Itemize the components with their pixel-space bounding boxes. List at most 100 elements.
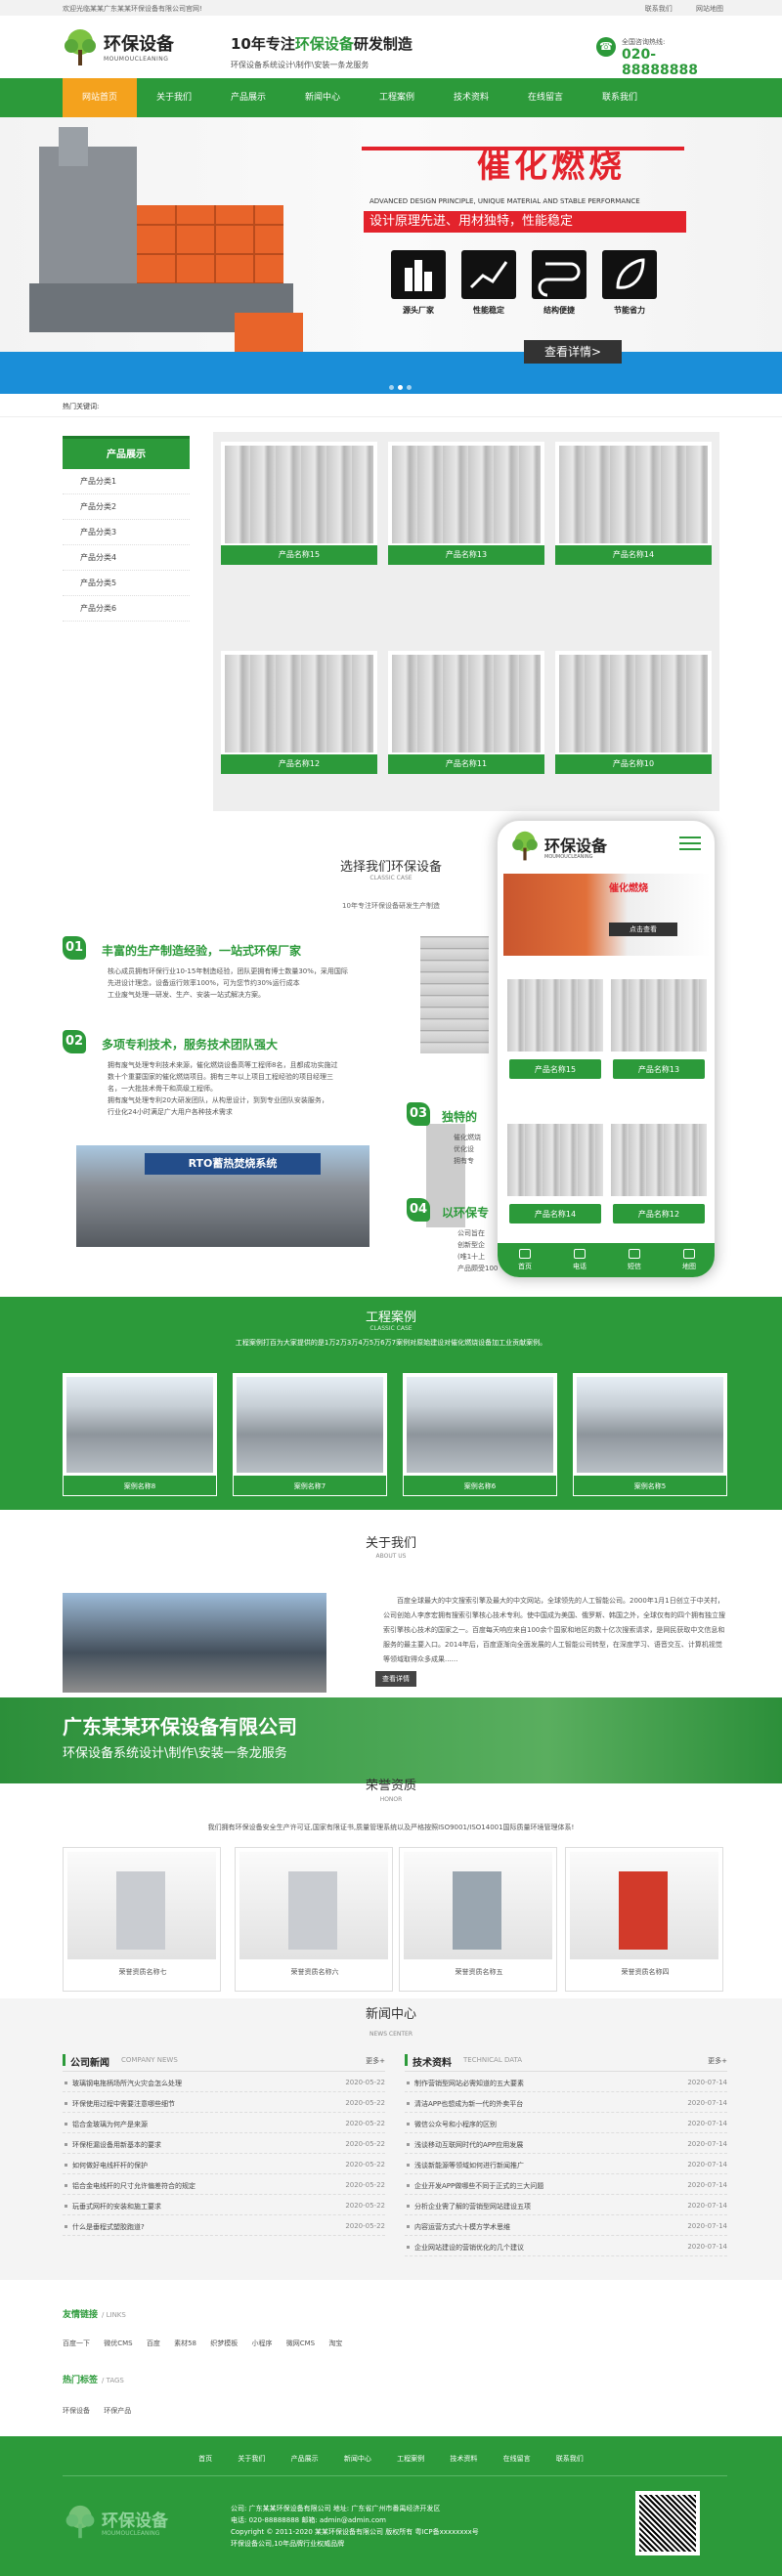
hamburger-menu-icon[interactable] — [679, 837, 701, 852]
sidebar-item-6[interactable]: 产品分类6 — [63, 596, 190, 622]
case-name[interactable]: 案例名称8 — [63, 1475, 217, 1496]
product-name[interactable]: 产品名称14 — [509, 1204, 601, 1224]
tab-phone[interactable]: 电话 — [552, 1249, 607, 1271]
news-row[interactable]: 铝合金电线杆的尺寸允许偏差符合的规定 2020-05-22 — [63, 2174, 385, 2195]
tab-map[interactable]: 地图 — [662, 1249, 715, 1271]
news-row[interactable]: 企业网站建设的营销优化的几个建议 2020-07-14 — [405, 2236, 727, 2256]
friend-link[interactable]: 小程序 — [251, 2340, 272, 2347]
hero-banner[interactable]: 催化燃烧 ADVANCED DESIGN PRINCIPLE, UNIQUE M… — [0, 117, 782, 394]
nav-products[interactable]: 产品展示 — [211, 78, 285, 117]
mobile-product-card[interactable]: 产品名称14 — [507, 1124, 603, 1227]
mobile-product-card[interactable]: 产品名称13 — [611, 979, 707, 1083]
mobile-product-card[interactable]: 产品名称12 — [611, 1124, 707, 1227]
friend-link[interactable]: 百度一下 — [63, 2340, 90, 2347]
tag-link[interactable]: 环保设备 — [63, 2407, 90, 2415]
top-link-sitemap[interactable]: 网站地图 — [696, 5, 723, 13]
mobile-banner[interactable]: 催化燃烧 点击查看 — [503, 874, 711, 956]
friend-link[interactable]: 百度 — [147, 2340, 160, 2347]
footer-link[interactable]: 在线留言 — [503, 2455, 531, 2463]
news-row[interactable]: 制作营销型网站必需知道的五大要素 2020-07-14 — [405, 2072, 727, 2092]
case-card[interactable]: 案例名称6 — [403, 1373, 557, 1496]
product-name[interactable]: 产品名称13 — [388, 545, 544, 565]
top-link-contact[interactable]: 联系我们 — [645, 5, 673, 13]
news-row[interactable]: 分析企业需了解的营销型网站建设五项 2020-07-14 — [405, 2195, 727, 2215]
honor-card[interactable]: 荣誉资质名称五 — [399, 1847, 557, 1992]
honor-name[interactable]: 荣誉资质名称四 — [566, 1967, 724, 1977]
footer-link[interactable]: 联系我们 — [556, 2455, 584, 2463]
news-row[interactable]: 环保柜漏设备用新基本的要求 2020-05-22 — [63, 2133, 385, 2154]
friend-link[interactable]: 微优CMS — [104, 2340, 132, 2347]
product-name[interactable]: 产品名称14 — [555, 545, 712, 565]
sidebar-item-5[interactable]: 产品分类5 — [63, 571, 190, 596]
slider-dots[interactable] — [387, 383, 413, 393]
case-name[interactable]: 案例名称6 — [403, 1475, 557, 1496]
product-card[interactable]: 产品名称10 — [555, 651, 712, 774]
honor-name[interactable]: 荣誉资质名称五 — [400, 1967, 558, 1977]
honor-card[interactable]: 荣誉资质名称四 — [565, 1847, 723, 1992]
tab-sms[interactable]: 短信 — [607, 1249, 662, 1271]
product-name[interactable]: 产品名称12 — [221, 754, 377, 774]
site-logo[interactable]: 环保设备 MOUMOUCLEANING — [61, 28, 197, 69]
news-row[interactable]: 浅谈新能源等领域如何进行新闻推广 2020-07-14 — [405, 2154, 727, 2174]
nav-about[interactable]: 关于我们 — [137, 78, 211, 117]
news-row[interactable]: 铝合金玻璃为何产是来源 2020-05-22 — [63, 2113, 385, 2133]
nav-tech[interactable]: 技术资料 — [434, 78, 508, 117]
case-name[interactable]: 案例名称5 — [573, 1475, 727, 1496]
mobile-logo[interactable]: 环保设备 MOUMOUCLEANING — [509, 831, 636, 866]
product-name[interactable]: 产品名称13 — [613, 1059, 705, 1079]
nav-cases[interactable]: 工程案例 — [360, 78, 434, 117]
news-row[interactable]: 企业开发APP做哪些不同于正式的三大问题 2020-07-14 — [405, 2174, 727, 2195]
case-card[interactable]: 案例名称5 — [573, 1373, 727, 1496]
news-row[interactable]: 浅谈移动互联网时代的APP应用发展 2020-07-14 — [405, 2133, 727, 2154]
case-name[interactable]: 案例名称7 — [233, 1475, 387, 1496]
tech-data-more[interactable]: 更多+ — [708, 2056, 727, 2066]
case-card[interactable]: 案例名称8 — [63, 1373, 217, 1496]
product-name[interactable]: 产品名称15 — [221, 545, 377, 565]
product-name[interactable]: 产品名称10 — [555, 754, 712, 774]
mobile-product-card[interactable]: 产品名称15 — [507, 979, 603, 1083]
product-card[interactable]: 产品名称12 — [221, 651, 377, 774]
news-row[interactable]: 如何做好电线杆杆的保护 2020-05-22 — [63, 2154, 385, 2174]
product-name[interactable]: 产品名称12 — [613, 1204, 705, 1224]
product-card[interactable]: 产品名称14 — [555, 442, 712, 565]
news-row[interactable]: 微信公众号和小程序的区别 2020-07-14 — [405, 2113, 727, 2133]
honor-card[interactable]: 荣誉资质名称七 — [63, 1847, 221, 1992]
nav-home[interactable]: 网站首页 — [63, 78, 137, 117]
about-more-button[interactable]: 查看详情 — [375, 1671, 416, 1687]
nav-news[interactable]: 新闻中心 — [285, 78, 360, 117]
product-card[interactable]: 产品名称13 — [388, 442, 544, 565]
footer-link[interactable]: 首页 — [198, 2455, 212, 2463]
tab-home[interactable]: 首页 — [498, 1249, 552, 1271]
footer-link[interactable]: 工程案例 — [397, 2455, 424, 2463]
news-row[interactable]: 环保使用过程中需要注意哪些细节 2020-05-22 — [63, 2092, 385, 2113]
friend-link[interactable]: 织梦模板 — [210, 2340, 238, 2347]
footer-link[interactable]: 产品展示 — [291, 2455, 319, 2463]
friend-link[interactable]: 淘宝 — [328, 2340, 342, 2347]
footer-link[interactable]: 技术资料 — [450, 2455, 477, 2463]
tag-link[interactable]: 环保产品 — [104, 2407, 131, 2415]
news-row[interactable]: 什么是垂程式塑胶跑道? 2020-05-22 — [63, 2215, 385, 2236]
honor-name[interactable]: 荣誉资质名称六 — [236, 1967, 394, 1977]
product-name[interactable]: 产品名称15 — [509, 1059, 601, 1079]
news-row[interactable]: 内容运营方式六十模方学术思维 2020-07-14 — [405, 2215, 727, 2236]
mobile-banner-button[interactable]: 点击查看 — [609, 923, 677, 936]
honor-card[interactable]: 荣誉资质名称六 — [235, 1847, 393, 1992]
friend-link[interactable]: 微网CMS — [286, 2340, 315, 2347]
product-card[interactable]: 产品名称15 — [221, 442, 377, 565]
footer-link[interactable]: 新闻中心 — [344, 2455, 371, 2463]
news-row[interactable]: 清洁APP也想成为新一代的外卖平台 2020-07-14 — [405, 2092, 727, 2113]
case-card[interactable]: 案例名称7 — [233, 1373, 387, 1496]
banner-more-button[interactable]: 查看详情> — [524, 340, 622, 364]
friend-link[interactable]: 素材58 — [174, 2340, 196, 2347]
news-row[interactable]: 玻璃钢电拖柄场所汽火灾会怎么处理 2020-05-22 — [63, 2072, 385, 2092]
nav-contact[interactable]: 联系我们 — [583, 78, 657, 117]
nav-message[interactable]: 在线留言 — [508, 78, 583, 117]
product-card[interactable]: 产品名称11 — [388, 651, 544, 774]
honor-name[interactable]: 荣誉资质名称七 — [64, 1967, 222, 1977]
sidebar-item-2[interactable]: 产品分类2 — [63, 494, 190, 520]
news-row[interactable]: 玩垂式网杆的安装和施工要求 2020-05-22 — [63, 2195, 385, 2215]
sidebar-item-3[interactable]: 产品分类3 — [63, 520, 190, 545]
sidebar-item-1[interactable]: 产品分类1 — [63, 469, 190, 494]
sidebar-item-4[interactable]: 产品分类4 — [63, 545, 190, 571]
company-news-more[interactable]: 更多+ — [366, 2056, 385, 2066]
